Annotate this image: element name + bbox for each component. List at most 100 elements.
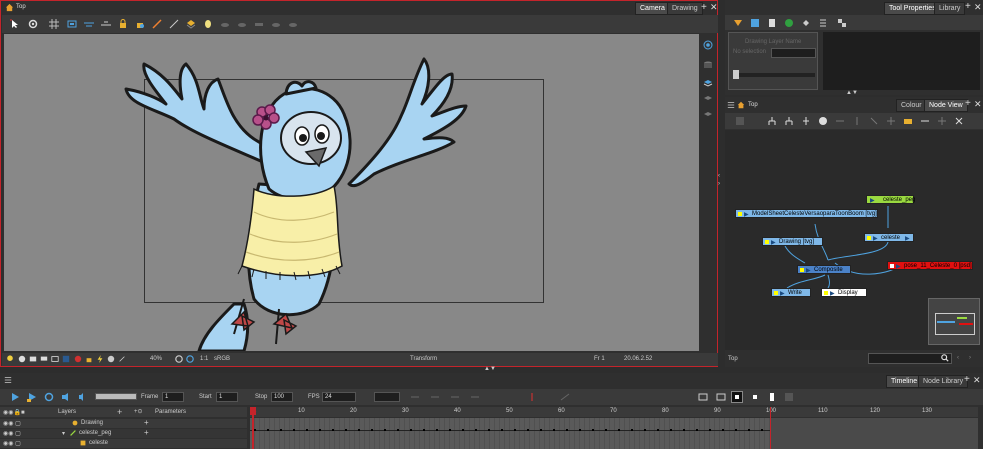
field-guide-icon[interactable]	[67, 19, 77, 29]
keyframe-dot[interactable]	[527, 429, 529, 431]
layer-shape-1-icon[interactable]	[220, 19, 230, 29]
node-model-sheet[interactable]: ▶ ModelSheetCelesteVersaoparaToonBoom [tv…	[735, 209, 878, 218]
keyframe-dot[interactable]	[566, 429, 568, 431]
tab-library[interactable]: Library	[934, 2, 966, 15]
refresh-icon[interactable]	[784, 18, 794, 28]
collapse-right-icon[interactable]: ›	[718, 181, 720, 187]
add-view-icon[interactable]: +	[965, 98, 971, 109]
monitor-icon[interactable]	[40, 355, 48, 363]
keyframe-dot[interactable]	[748, 429, 750, 431]
close-icon[interactable]: ✕	[710, 2, 718, 13]
add-icon[interactable]: +	[144, 418, 149, 427]
layer-shape-4-icon[interactable]	[271, 19, 281, 29]
keyframe-dot[interactable]	[462, 429, 464, 431]
lock-icon[interactable]	[118, 19, 128, 29]
keyframe-dot[interactable]	[683, 429, 685, 431]
select-tool-icon[interactable]	[10, 19, 20, 29]
camera-breadcrumb[interactable]: Top	[5, 3, 45, 13]
node-navigator[interactable]	[928, 298, 980, 345]
close-icon[interactable]: ✕	[973, 375, 981, 386]
opacity-slider[interactable]	[733, 73, 815, 77]
lock-sel-icon[interactable]	[135, 19, 145, 29]
node-search-input[interactable]	[868, 353, 952, 364]
keyframe-dot[interactable]	[254, 429, 256, 431]
light-table-icon[interactable]	[203, 19, 213, 29]
scroll-left-icon[interactable]: ‹	[957, 355, 959, 361]
onion-icon-1[interactable]	[410, 392, 420, 402]
frame-icon[interactable]	[29, 355, 37, 363]
tab-camera[interactable]: Camera	[635, 2, 670, 15]
keyframe-dot[interactable]	[553, 429, 555, 431]
safe-area-icon[interactable]	[51, 355, 59, 363]
node-tool-6-icon[interactable]	[835, 116, 845, 126]
sound-scrub-icon[interactable]	[78, 392, 88, 402]
play-icon[interactable]	[10, 392, 20, 402]
keyframe-dot[interactable]	[722, 429, 724, 431]
keyframe-dot[interactable]	[501, 429, 503, 431]
onion-icon-3[interactable]	[450, 392, 460, 402]
display-icon[interactable]	[767, 392, 777, 402]
keyframe-dot[interactable]	[371, 429, 373, 431]
start-field[interactable]: 1	[216, 392, 238, 402]
film-icon[interactable]	[698, 392, 708, 402]
gear-icon[interactable]	[28, 19, 38, 29]
palette-icon[interactable]	[18, 355, 26, 363]
keyframe-dot[interactable]	[592, 429, 594, 431]
keyframe-dot[interactable]	[631, 429, 633, 431]
layer-row[interactable]: ◉◉ ▢ ▾ celeste_peg +	[0, 428, 247, 438]
node-canvas[interactable]: ▶ celeste_peg ▶ ModelSheetCelesteVersaopar…	[725, 130, 983, 350]
keyframe-dot[interactable]	[306, 429, 308, 431]
node-display[interactable]: ▶ Display	[821, 288, 867, 297]
add-icon[interactable]: +	[144, 428, 149, 437]
stack-icon[interactable]	[186, 19, 196, 29]
frame-field[interactable]: 1	[162, 392, 184, 402]
add-layer-icon[interactable]: +	[117, 407, 122, 417]
node-tool-12-icon[interactable]	[937, 116, 947, 126]
keyframe-dot[interactable]	[605, 429, 607, 431]
keyframe-dot[interactable]	[644, 429, 646, 431]
keyframe-dot[interactable]	[267, 429, 269, 431]
zoom-reset-icon[interactable]	[175, 355, 183, 363]
easing-icon[interactable]	[560, 392, 570, 402]
expand-arrow-icon[interactable]: ▾	[62, 430, 65, 437]
lightning-icon[interactable]	[96, 355, 104, 363]
fps-field[interactable]: 24	[322, 392, 356, 402]
keyframe-dot[interactable]	[319, 429, 321, 431]
menu-icon[interactable]	[4, 376, 12, 384]
add-view-icon[interactable]: +	[965, 1, 971, 12]
timeline-ruler[interactable]: 1 10 20 30 40 50 60 70 80 90 100 110 120…	[250, 407, 978, 417]
cylinder-icon[interactable]	[703, 60, 713, 70]
keyframe-dot[interactable]	[657, 429, 659, 431]
timeline-frames[interactable]	[250, 407, 978, 449]
tab-timeline[interactable]: Timeline	[886, 375, 923, 388]
node-tool-8-icon[interactable]	[869, 116, 879, 126]
play-selection-icon[interactable]	[27, 392, 37, 402]
node-tool-3-icon[interactable]	[784, 116, 794, 126]
group-icon[interactable]	[837, 18, 847, 28]
keyframe-dot[interactable]	[696, 429, 698, 431]
stop-icon[interactable]	[750, 392, 760, 402]
layers-view-icon[interactable]	[703, 94, 713, 104]
eye-view-icon[interactable]	[703, 40, 713, 50]
keyframe-dot[interactable]	[475, 429, 477, 431]
scroll-right-icon[interactable]: ›	[969, 355, 971, 361]
keyframe-dot[interactable]	[761, 429, 763, 431]
flip-icon[interactable]	[801, 18, 811, 28]
speed-slider[interactable]	[95, 393, 137, 400]
node-tool-11-icon[interactable]	[920, 116, 930, 126]
node-composite[interactable]: ▶ Composite	[797, 265, 851, 274]
keyframe-dot[interactable]	[514, 429, 516, 431]
node-tool-1-icon[interactable]	[735, 116, 745, 126]
close-icon[interactable]: ✕	[974, 2, 982, 13]
pen-status-icon[interactable]	[118, 355, 126, 363]
keyframe-dot[interactable]	[397, 429, 399, 431]
search-icon[interactable]	[941, 354, 949, 362]
keyframe-dot[interactable]	[280, 429, 282, 431]
color-icon[interactable]	[74, 355, 82, 363]
node-drawing[interactable]: ▶ Drawing [tvg]	[762, 237, 823, 246]
layer-shape-3-icon[interactable]	[254, 19, 264, 29]
keyframe-dot[interactable]	[332, 429, 334, 431]
timeline-dropdown[interactable]	[374, 392, 400, 402]
color-space[interactable]: sRGB	[214, 356, 230, 362]
keyframe-dot[interactable]	[423, 429, 425, 431]
